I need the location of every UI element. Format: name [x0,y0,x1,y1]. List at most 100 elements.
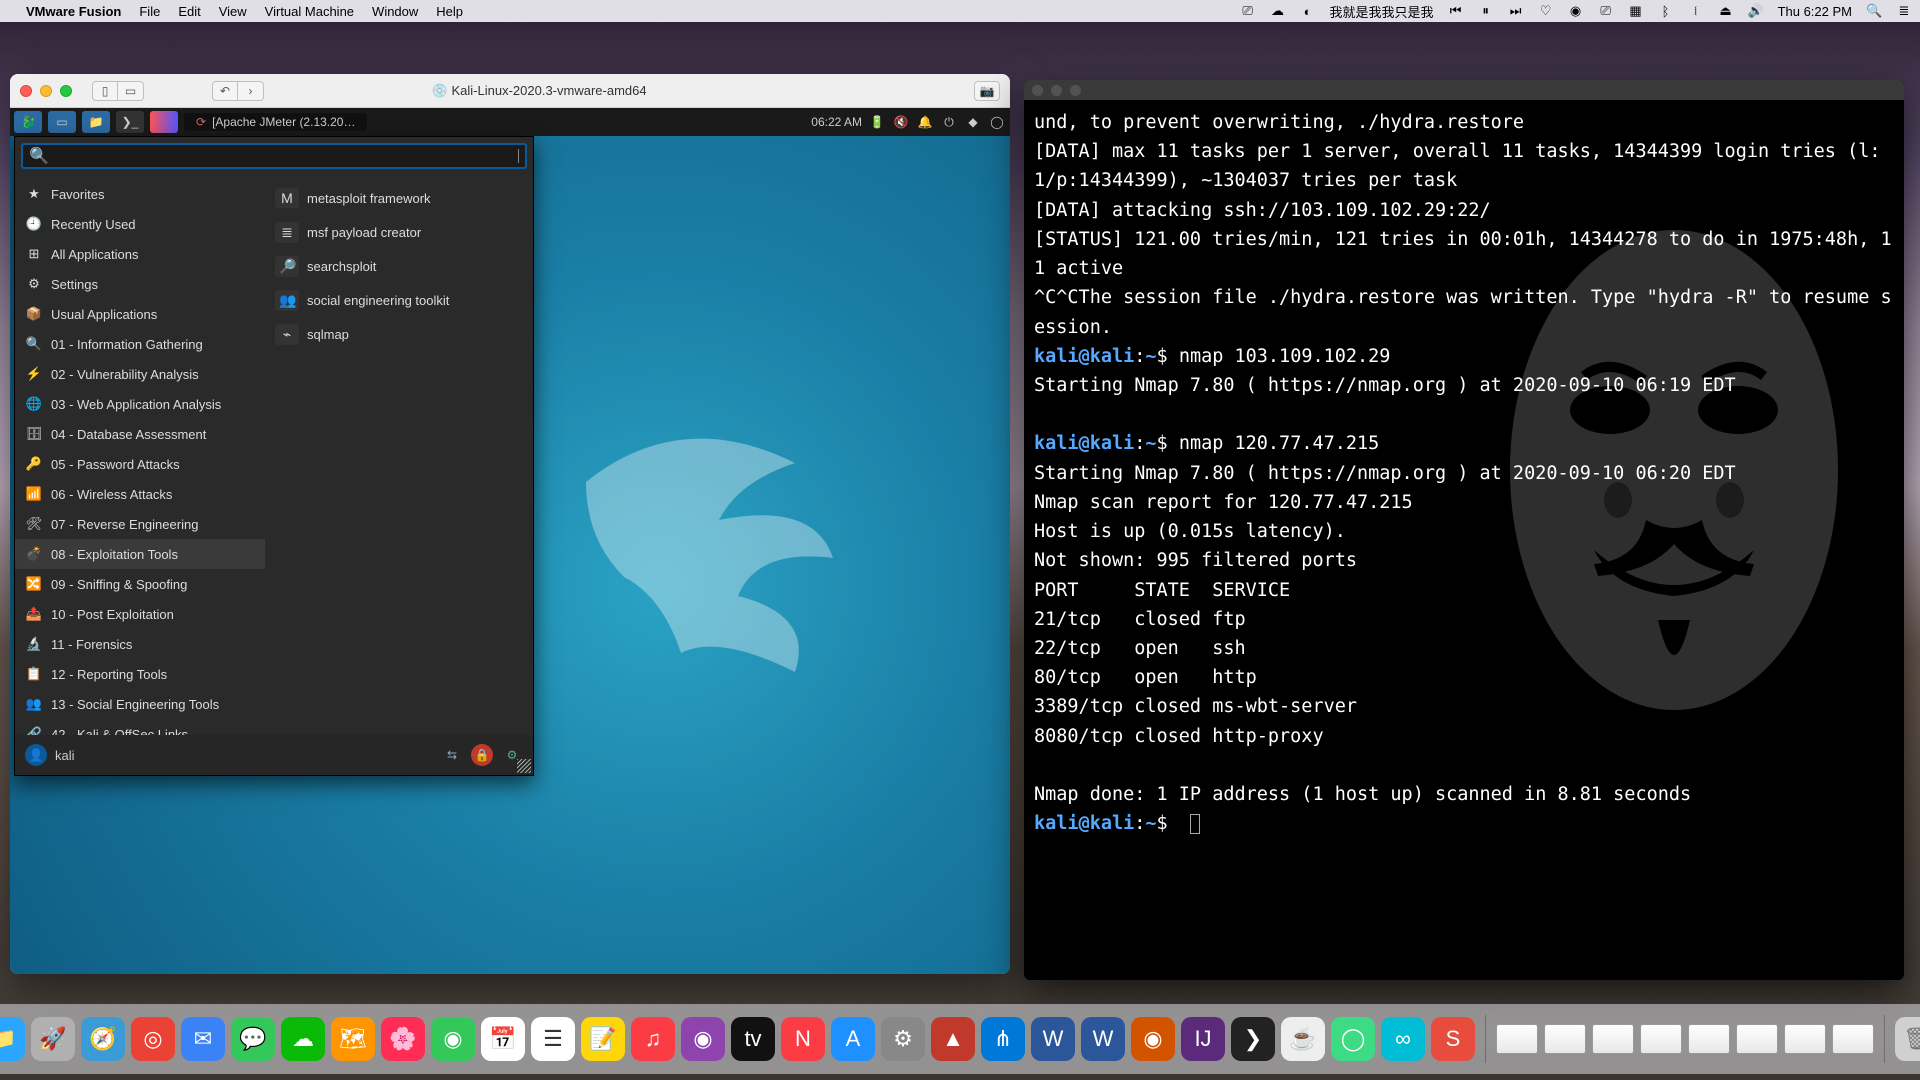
dock-minimized-window[interactable] [1544,1024,1586,1054]
launcher-app[interactable]: ⌁sqlmap [265,317,533,351]
kali-sec-icon[interactable]: ◆ [964,115,982,129]
heart-icon[interactable]: ♡ [1538,3,1554,19]
bluetooth-icon[interactable]: ᛒ [1658,4,1674,19]
dock-app-intellij[interactable]: IJ [1181,1017,1225,1061]
launcher-category[interactable]: 📤10 - Post Exploitation [15,599,265,629]
kali-volume-icon[interactable]: 🔇 [892,115,910,129]
dock-app-term[interactable]: ❯ [1231,1017,1275,1061]
launcher-category[interactable]: 🕘Recently Used [15,209,265,239]
tray-icon[interactable]: ◐ [1300,4,1316,19]
display-icon[interactable]: ⎚ [1598,3,1614,19]
menu-file[interactable]: File [139,4,160,19]
dock-app-launchpad[interactable]: 🚀 [31,1017,75,1061]
dock-app-maps[interactable]: 🗺 [331,1017,375,1061]
launcher-lock-icon[interactable]: 🔒 [471,744,493,766]
kali-filemanager-button[interactable]: 📁 [82,111,110,133]
window-close-button[interactable] [1032,85,1043,96]
menu-help[interactable]: Help [436,4,463,19]
launcher-search-input[interactable] [55,149,512,164]
tray-icon[interactable]: ◉ [1568,3,1584,19]
vm-toolbar-sidebar-button[interactable]: ▯ [92,81,118,101]
dock-minimized-window[interactable] [1688,1024,1730,1054]
launcher-search[interactable]: 🔍 [21,143,527,169]
control-center-icon[interactable]: ≣ [1896,3,1912,19]
app-name-menu[interactable]: VMware Fusion [26,4,121,19]
dock-app-wechat[interactable]: ☁ [281,1017,325,1061]
dock-app-java[interactable]: ☕ [1281,1017,1325,1061]
dock-app-chrome[interactable]: ◎ [131,1017,175,1061]
tray-icon[interactable]: ⎚ [1240,3,1256,19]
window-minimize-button[interactable] [1051,85,1062,96]
wifi-icon[interactable]: ⧙ [1688,3,1704,19]
dock-trash[interactable]: 🗑 [1895,1017,1920,1061]
menu-virtual-machine[interactable]: Virtual Machine [265,4,354,19]
vm-toolbar-back-button[interactable]: ↶ [212,81,238,101]
tray-icon[interactable]: ▦ [1628,3,1644,19]
launcher-network-icon[interactable]: ⇆ [441,744,463,766]
launcher-category[interactable]: ★Favorites [15,179,265,209]
terminal-content[interactable]: und, to prevent overwriting, ./hydra.res… [1024,100,1904,980]
vmware-titlebar[interactable]: ▯ ▭ ↶ › 💿 Kali-Linux-2020.3-vmware-amd64… [10,74,1010,108]
launcher-category[interactable]: 💣08 - Exploitation Tools [15,539,265,569]
terminal-titlebar[interactable] [1024,80,1904,100]
resize-grip[interactable] [517,759,531,773]
dock-app-reminders[interactable]: ☰ [531,1017,575,1061]
dock-app-safari[interactable]: 🧭 [81,1017,125,1061]
dock-app-android[interactable]: ◯ [1331,1017,1375,1061]
menu-window[interactable]: Window [372,4,418,19]
kali-show-desktop-button[interactable]: ▭ [48,111,76,133]
dock-minimized-window[interactable] [1640,1024,1682,1054]
launcher-category[interactable]: ⚡02 - Vulnerability Analysis [15,359,265,389]
dock-minimized-window[interactable] [1736,1024,1778,1054]
vm-toolbar-camera-button[interactable]: 📷 [974,81,1000,101]
launcher-category[interactable]: 🔑05 - Password Attacks [15,449,265,479]
window-close-button[interactable] [20,85,32,97]
dock-app-podcasts[interactable]: ◉ [681,1017,725,1061]
kali-launcher-button[interactable] [150,111,178,133]
launcher-category[interactable]: ⊞All Applications [15,239,265,269]
kali-terminal-button[interactable]: ❯_ [116,111,144,133]
dock-app-app4[interactable]: S [1431,1017,1475,1061]
launcher-app[interactable]: 👥social engineering toolkit [265,283,533,317]
dock-app-app2[interactable]: ◉ [1131,1017,1175,1061]
launcher-category[interactable]: 🗄04 - Database Assessment [15,419,265,449]
launcher-category[interactable]: 🌐03 - Web Application Analysis [15,389,265,419]
launcher-category[interactable]: 🔀09 - Sniffing & Spoofing [15,569,265,599]
launcher-app[interactable]: 🔎searchsploit [265,249,533,283]
dock-minimized-window[interactable] [1832,1024,1874,1054]
launcher-category[interactable]: 📋12 - Reporting Tools [15,659,265,689]
launcher-category[interactable]: 🔬11 - Forensics [15,629,265,659]
launcher-category[interactable]: 📦Usual Applications [15,299,265,329]
dock-app-finder[interactable]: 📁 [0,1017,25,1061]
dock-app-news[interactable]: N [781,1017,825,1061]
window-zoom-button[interactable] [60,85,72,97]
menu-edit[interactable]: Edit [178,4,200,19]
dock-app-mail[interactable]: ✉ [181,1017,225,1061]
kali-network-icon[interactable]: ⏻ [940,115,958,130]
menu-view[interactable]: View [219,4,247,19]
window-zoom-button[interactable] [1070,85,1081,96]
window-minimize-button[interactable] [40,85,52,97]
dock-app-notes[interactable]: 📝 [581,1017,625,1061]
spotlight-icon[interactable]: 🔍 [1866,3,1882,19]
dock-app-calendar[interactable]: 📅 [481,1017,525,1061]
dock-app-app1[interactable]: ▲ [931,1017,975,1061]
kali-notify-icon[interactable]: 🔔 [916,115,934,129]
dock-app-music[interactable]: ♫ [631,1017,675,1061]
dock-app-messages[interactable]: 💬 [231,1017,275,1061]
launcher-category[interactable]: 👥13 - Social Engineering Tools [15,689,265,719]
kali-clock[interactable]: 06:22 AM [811,115,862,129]
launcher-category[interactable]: 🔗42 - Kali & OffSec Links [15,719,265,735]
launcher-category[interactable]: ⚙Settings [15,269,265,299]
dock-app-vscode[interactable]: ⋔ [981,1017,1025,1061]
launcher-app[interactable]: ≣msf payload creator [265,215,533,249]
dock-app-app3[interactable]: ∞ [1381,1017,1425,1061]
kali-start-button[interactable]: 🐉 [14,111,42,133]
dock-app-tv[interactable]: tv [731,1017,775,1061]
vm-toolbar-view-button[interactable]: ▭ [118,81,144,101]
clock[interactable]: Thu 6:22 PM [1778,4,1852,19]
kali-menu-icon[interactable]: ◯ [988,115,1006,129]
vm-toolbar-forward-button[interactable]: › [238,81,264,101]
media-next-icon[interactable]: ⏭ [1508,3,1524,19]
dock-app-word2[interactable]: W [1081,1017,1125,1061]
